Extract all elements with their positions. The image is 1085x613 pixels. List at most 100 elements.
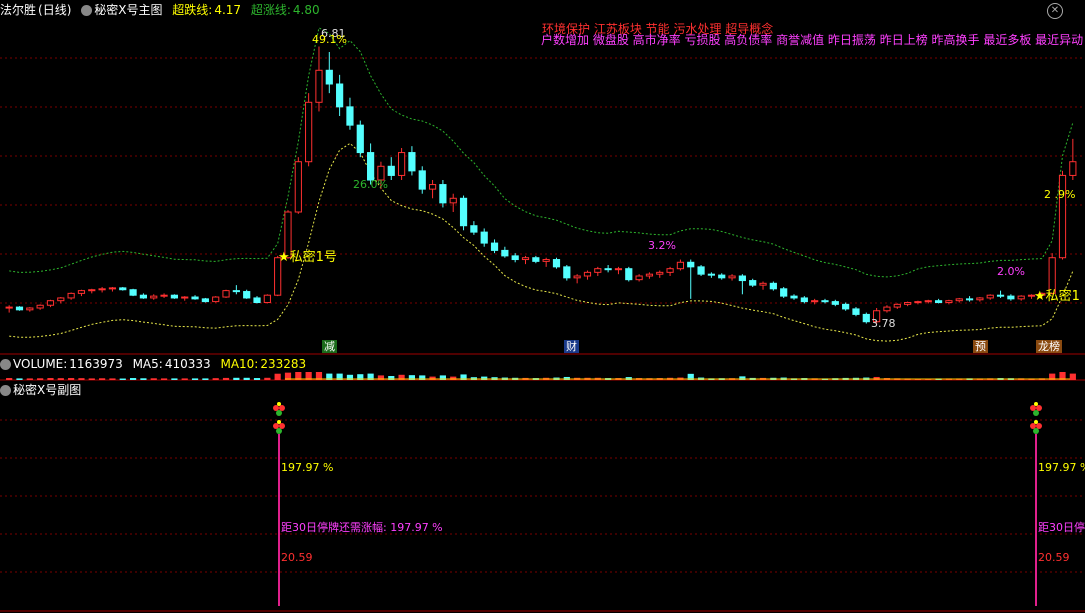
star-icon: ★ [278,250,290,265]
sub-left-price: 20.59 [281,551,313,564]
indicator-toggle-icon[interactable] [81,5,93,16]
candle-96 [996,290,1005,298]
candle-14 [150,294,158,300]
sub-left-need: 距30日停牌还需涨幅: 197.97 % [281,521,443,534]
stock-name[interactable]: 法尔胜 [0,3,36,17]
super-rise-label: 超涨线: [250,3,291,17]
close-icon[interactable]: ✕ [1047,3,1063,19]
volume-bar-18 [191,378,199,380]
candle-61 [635,274,643,282]
volume-bar-9 [99,378,106,380]
badge-finance[interactable]: 财 [564,340,579,353]
volume-bar-19 [202,378,209,380]
candle-50 [521,255,530,265]
volume-toggle-icon[interactable] [0,359,11,370]
candle-32 [336,74,344,116]
sub-chart-header: 秘密X号副图 [0,380,87,400]
candle-19 [201,297,209,303]
candle-54 [563,265,571,281]
volume-bar-10 [109,378,116,380]
badge-reduce[interactable]: 减 [322,340,337,353]
candle-0 [5,305,13,313]
candle-17 [181,296,189,301]
candle-70 [728,274,736,281]
candle-65 [676,259,685,271]
volume-value: 1163973 [69,357,123,371]
band-lines [9,27,1074,342]
candle-33 [346,97,354,130]
candle-87 [904,301,912,307]
candle-59 [614,266,623,275]
volume-bar-8 [88,378,95,380]
candle-72 [749,278,757,287]
candle-3 [36,304,44,310]
volume-header: VOLUME: 1163973 MA5: 410333 MA10: 233283 [0,354,312,374]
candle-85 [883,305,891,313]
volume-label: VOLUME: [13,357,68,371]
star-icon: ★ [1034,289,1046,304]
candle-73 [759,281,767,290]
candle-83 [862,312,870,324]
kline-svg [0,27,1085,612]
candle-7 [77,289,86,297]
volume-bar-16 [171,378,178,380]
candle-75 [780,286,788,298]
pct-mid-label: 26.0% [353,178,388,191]
volume-bar-13 [140,378,147,380]
volume-bar-84 [873,376,880,380]
candle-24 [253,296,261,304]
candle-95 [986,294,994,300]
pct-peak-label: 49.1% [312,33,347,46]
volume-bar-21 [222,377,230,380]
indicator-name[interactable]: 秘密X号主图 [94,3,162,17]
candle-22 [232,285,240,295]
chart-stage: 法尔胜 (日线) 秘密X号主图 超跌线: 4.17 超涨线: 4.80 ✕ 环境保护 … [0,0,1085,613]
candle-58 [604,265,612,273]
candle-102 [1058,170,1067,260]
candle-56 [583,270,592,280]
candle-71 [738,274,746,295]
sub-chart-title[interactable]: 秘密X号副图 [13,383,81,397]
candle-12 [129,288,137,297]
candle-5 [57,297,65,304]
candle-13 [139,293,148,299]
candle-63 [656,270,664,278]
candle-48 [501,246,509,258]
candle-39 [408,146,416,176]
signal-line-left [278,434,280,606]
candle-52 [542,257,550,267]
volume-bar-15 [160,378,168,380]
candle-98 [1017,295,1025,301]
sub-toggle-icon[interactable] [0,385,11,396]
pct-right-label: 2 .9% [1044,188,1076,201]
pct-20-label: 2.0% [997,265,1025,278]
signal-1-label: ★私密1号 [278,250,337,265]
ma5-label: MA5: [132,357,163,371]
period-label[interactable]: (日线) [38,3,71,17]
sub-right-price: 20.59 [1038,551,1070,564]
candle-20 [212,296,220,303]
candle-28 [294,157,302,214]
badge-forecast[interactable]: 预 [973,340,988,353]
signal-2-label: ★私密1 [1034,289,1080,304]
candle-29 [305,93,313,167]
sub-right-need: 距30日停 [1038,521,1085,534]
volume-bar-23 [243,377,250,380]
candle-6 [67,292,75,300]
candle-78 [811,298,819,305]
signal-line-right [1035,434,1037,606]
volume-bar-11 [119,378,126,380]
candle-55 [573,274,581,284]
volume-bar-17 [181,378,188,380]
candle-2 [26,307,34,312]
candle-76 [790,294,798,300]
candle-37 [387,157,395,180]
candle-60 [625,266,633,282]
candle-1 [15,306,24,311]
badge-list[interactable]: 龙榜 [1036,340,1062,353]
candle-43 [449,193,457,212]
volume-bar-22 [233,377,240,380]
candle-34 [356,120,364,158]
candles [5,46,1077,324]
super-rise-value: 4.80 [292,3,320,17]
